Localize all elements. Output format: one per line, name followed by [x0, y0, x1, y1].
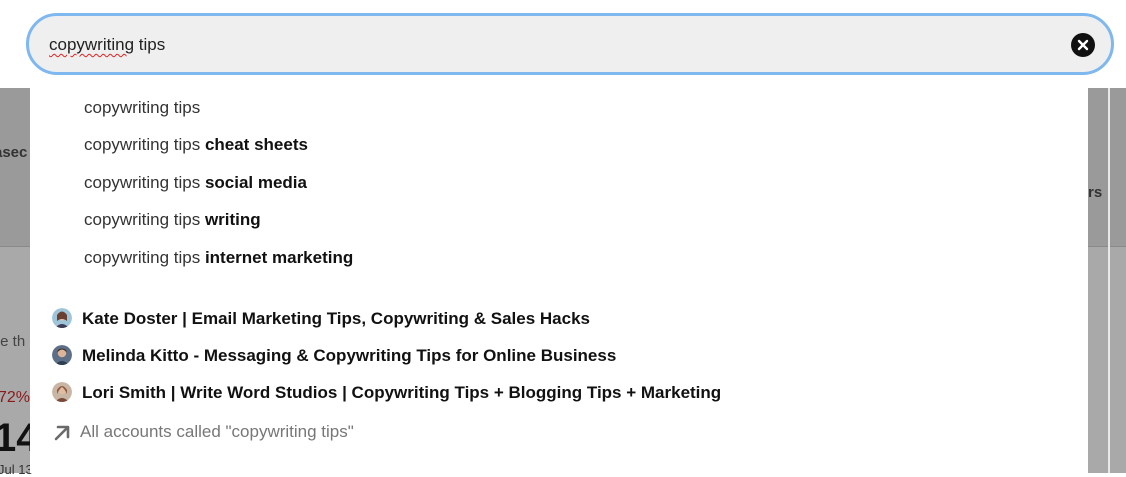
suggestion-base-text: copywriting tips [84, 173, 205, 192]
search-query-misspelled: copywriting [49, 35, 135, 54]
suggestion-base-text: copywriting tips [84, 98, 201, 117]
suggestion-completion-text: social media [204, 173, 307, 192]
avatar [52, 382, 72, 402]
background-scrollbar [1108, 88, 1110, 473]
suggestion-item[interactable]: copywriting tips [84, 98, 200, 118]
close-icon [1077, 39, 1089, 51]
all-accounts-label: All accounts called "copywriting tips" [80, 422, 354, 441]
avatar [52, 345, 72, 365]
suggestion-item[interactable]: copywriting tips social media [84, 173, 307, 193]
suggestion-base-text: copywriting tips [84, 135, 205, 154]
suggestion-completion-text: cheat sheets [204, 135, 308, 154]
background-text-fragment: rs [1088, 184, 1103, 201]
avatar [52, 308, 72, 328]
suggestion-item[interactable]: copywriting tips writing [84, 210, 261, 230]
search-query-rest: tips [134, 35, 166, 54]
account-name: Lori Smith | Write Word Studios | Copywr… [82, 383, 722, 402]
suggestion-completion-text: writing [204, 210, 261, 229]
background-percent-fragment: 72% [0, 389, 31, 406]
suggestion-item[interactable]: copywriting tips internet marketing [84, 248, 353, 268]
arrow-up-right-icon [54, 425, 70, 441]
search-bar[interactable]: copywriting tips [26, 13, 1114, 75]
account-name: Kate Doster | Email Marketing Tips, Copy… [82, 309, 590, 328]
suggestion-completion-text: internet marketing [204, 248, 354, 267]
suggestion-item[interactable]: copywriting tips cheat sheets [84, 135, 308, 155]
suggestion-base-text: copywriting tips [84, 210, 205, 229]
background-text-fragment: asec [0, 144, 28, 161]
search-suggestions-dropdown: copywriting tips copywriting tips cheat … [30, 88, 1088, 473]
background-text-fragment: Jul 13 [0, 462, 33, 477]
clear-search-button[interactable] [1071, 33, 1095, 57]
search-input[interactable]: copywriting tips [49, 35, 165, 55]
background-text-fragment: te th [0, 333, 26, 350]
suggestion-base-text: copywriting tips [84, 248, 205, 267]
account-name: Melinda Kitto - Messaging & Copywriting … [82, 346, 617, 365]
